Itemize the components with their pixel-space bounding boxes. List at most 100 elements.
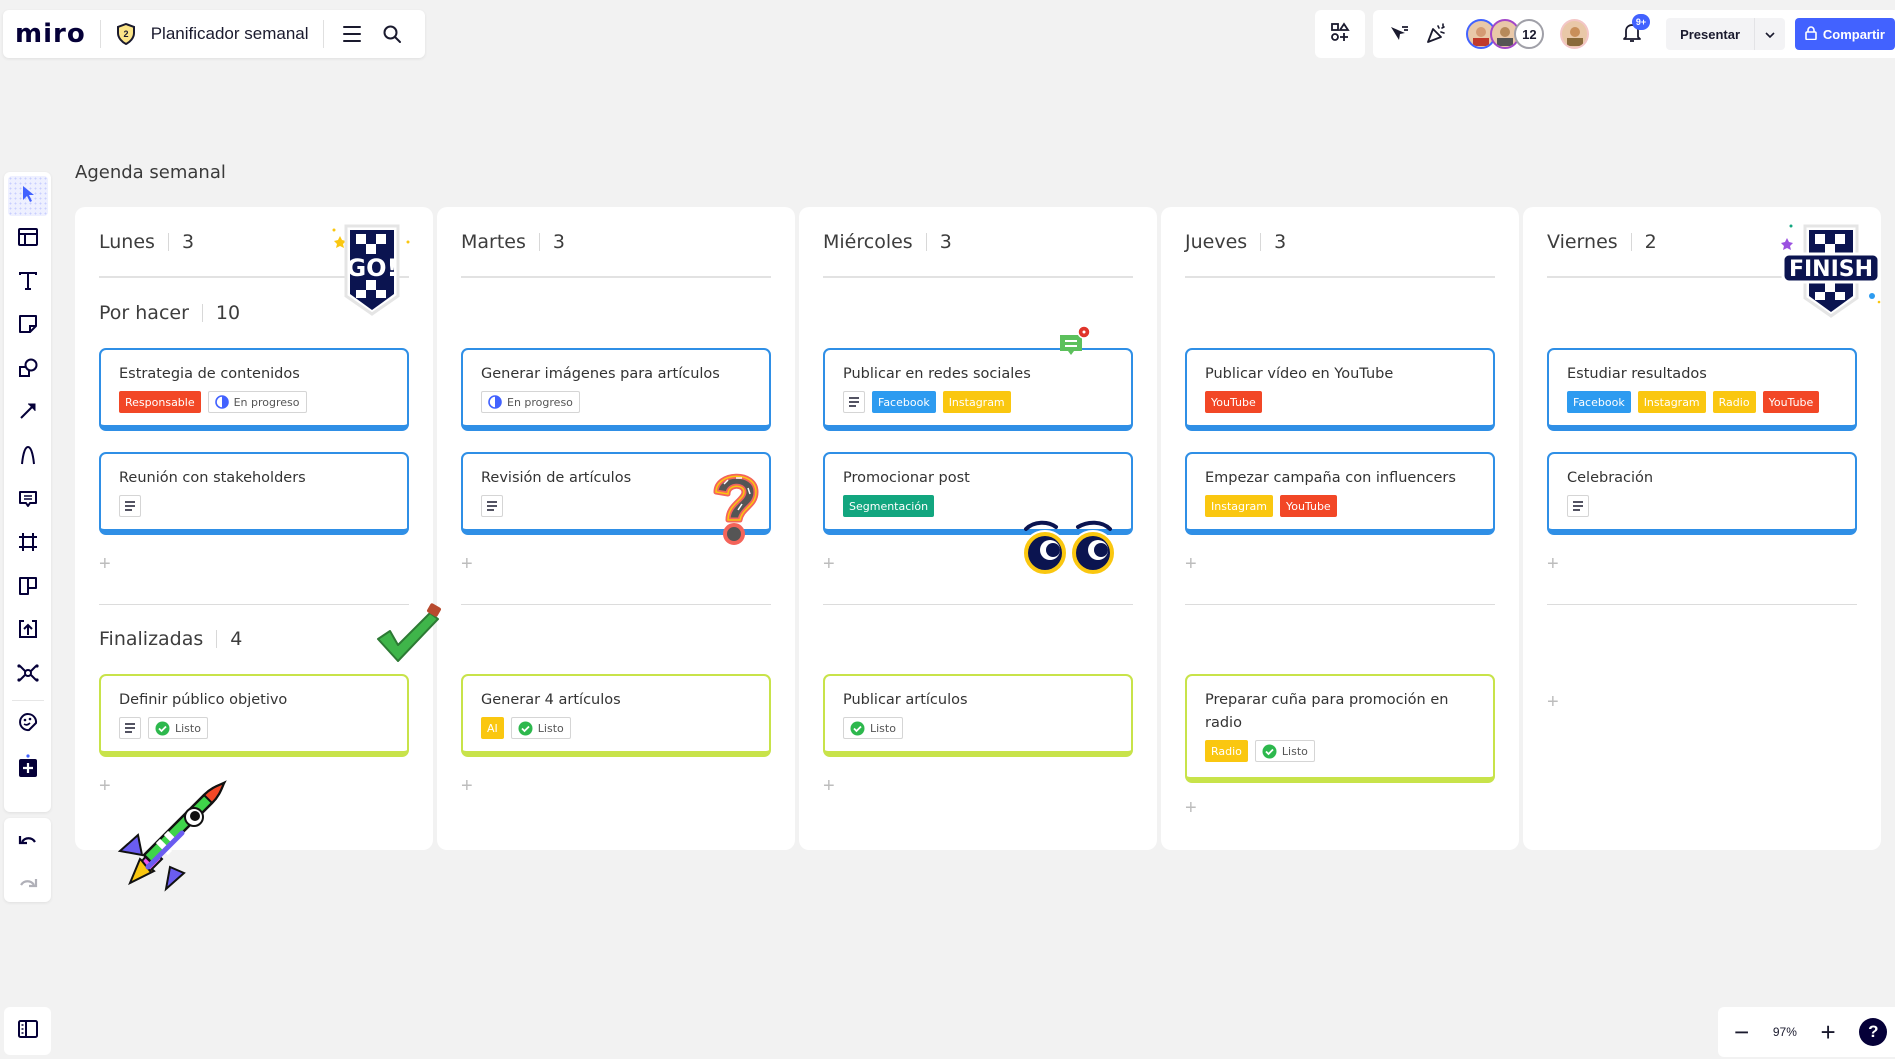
task-card[interactable]: Preparar cuña para promoción en radio Rad…	[1185, 674, 1495, 783]
tool-comment[interactable]	[8, 481, 48, 521]
add-card-button[interactable]: +	[1185, 797, 1197, 820]
eyes-sticker[interactable]	[1018, 519, 1120, 584]
status-badge[interactable]: Listo	[510, 717, 571, 739]
tag-label[interactable]: Segmentación	[843, 495, 935, 517]
status-label: Listo	[870, 721, 896, 735]
add-card-button[interactable]: +	[823, 553, 835, 576]
tool-cards[interactable]	[8, 568, 48, 608]
add-card-button[interactable]: +	[1547, 691, 1559, 714]
board-level-shield-icon[interactable]: 2	[115, 22, 137, 46]
redo-button[interactable]	[8, 866, 48, 906]
share-label: Compartir	[1822, 26, 1885, 42]
checkmark-sticker[interactable]	[376, 603, 444, 668]
tool-stickers[interactable]	[8, 705, 48, 745]
column-header[interactable]: Martes 3	[461, 231, 565, 253]
present-button[interactable]: Presentar	[1666, 18, 1755, 50]
task-card[interactable]: Generar 4 artículos AI Listo	[461, 674, 771, 757]
rocket-sticker[interactable]	[112, 779, 232, 898]
cursor-filter-icon[interactable]	[1383, 17, 1416, 51]
status-badge[interactable]: Listo	[148, 717, 208, 739]
board-title[interactable]: Planificador semanal	[151, 24, 309, 44]
description-icon[interactable]	[843, 391, 865, 413]
tag-label[interactable]: Instagram	[1205, 495, 1273, 517]
task-card[interactable]: Empezar campaña con influencers Instagram…	[1185, 452, 1495, 535]
tool-pen[interactable]	[8, 438, 48, 478]
search-icon[interactable]	[378, 20, 406, 48]
tag-label[interactable]: AI	[481, 717, 504, 739]
celebrate-icon[interactable]	[1420, 17, 1453, 51]
description-icon[interactable]	[119, 717, 141, 739]
tool-frame[interactable]	[8, 525, 48, 565]
tool-shapes[interactable]	[8, 350, 48, 390]
help-button[interactable]: ?	[1859, 1018, 1888, 1046]
task-card[interactable]: Estudiar resultados Facebook Instagram Radi…	[1547, 348, 1857, 431]
column-header[interactable]: Lunes 3	[99, 231, 194, 253]
collaborators-count[interactable]: 12	[1514, 19, 1545, 49]
task-card[interactable]: Celebración	[1547, 452, 1857, 535]
tag-label[interactable]: YouTube	[1279, 495, 1337, 517]
comment-icon	[17, 488, 39, 515]
status-badge[interactable]: Listo	[843, 717, 903, 739]
tool-sticky-note[interactable]	[8, 307, 48, 347]
upload-icon	[17, 618, 39, 645]
add-card-button[interactable]: +	[1547, 553, 1559, 576]
status-badge[interactable]: Listo	[1254, 740, 1315, 762]
description-icon[interactable]	[481, 495, 503, 517]
question-mark-sticker[interactable]	[706, 464, 766, 553]
tag-label[interactable]: Instagram	[1637, 391, 1706, 413]
share-button[interactable]: Compartir	[1794, 18, 1895, 50]
description-icon[interactable]	[1567, 495, 1589, 517]
description-icon[interactable]	[119, 495, 141, 517]
tag-label[interactable]: Radio	[1205, 740, 1248, 762]
comment-notification[interactable]	[1058, 325, 1092, 362]
zoom-level[interactable]: 97%	[1773, 1025, 1797, 1039]
column-header[interactable]: Miércoles 3	[823, 231, 952, 253]
undo-button[interactable]	[8, 822, 48, 862]
tool-templates[interactable]	[8, 220, 48, 260]
task-card[interactable]: Publicar vídeo en YouTube YouTube	[1185, 348, 1495, 431]
tool-text[interactable]	[8, 263, 48, 303]
tool-upload[interactable]	[8, 612, 48, 652]
status-badge[interactable]: En progreso	[481, 391, 580, 413]
column-header[interactable]: Jueves 3	[1185, 231, 1286, 253]
add-card-button[interactable]: +	[99, 775, 111, 798]
zoom-out-button[interactable]: −	[1726, 1016, 1758, 1048]
panel-toggle-button[interactable]	[4, 1007, 51, 1055]
add-card-button[interactable]: +	[461, 553, 473, 576]
tag-label[interactable]: Facebook	[1567, 391, 1631, 413]
tag-label[interactable]: Instagram	[942, 391, 1011, 413]
tag-label[interactable]: Facebook	[872, 391, 936, 413]
column-header[interactable]: Viernes 2	[1547, 231, 1657, 253]
add-card-button[interactable]: +	[461, 775, 473, 798]
notifications-button[interactable]: 9+	[1615, 14, 1651, 51]
add-card-button[interactable]: +	[1185, 553, 1197, 576]
task-card[interactable]: Estrategia de contenidos Responsable En pr…	[99, 348, 409, 431]
add-card-button[interactable]: +	[823, 775, 835, 798]
menu-icon[interactable]	[338, 20, 366, 48]
frame-title[interactable]: Agenda semanal	[75, 162, 226, 183]
task-card[interactable]: Definir público objetivo Listo	[99, 674, 409, 757]
task-card[interactable]: Generar imágenes para artículos En progre…	[461, 348, 771, 431]
tool-connection-line[interactable]	[8, 394, 48, 434]
present-dropdown[interactable]	[1754, 18, 1785, 50]
tag-label[interactable]: Responsable	[119, 391, 201, 413]
finish-sticker[interactable]: FINISH	[1777, 218, 1885, 323]
miro-logo[interactable]: miro	[15, 19, 86, 49]
add-card-button[interactable]: +	[99, 553, 111, 576]
tool-select[interactable]	[7, 176, 48, 216]
tool-mind-map[interactable]	[8, 656, 48, 696]
task-card[interactable]: Publicar artículos Listo	[823, 674, 1133, 757]
collaborators-group[interactable]: 12	[1466, 19, 1545, 49]
go-sticker[interactable]: GO!	[328, 218, 418, 323]
tag-label[interactable]: YouTube	[1762, 391, 1820, 413]
zoom-in-button[interactable]: +	[1812, 1016, 1844, 1048]
status-badge[interactable]: En progreso	[207, 391, 307, 413]
tool-more-apps[interactable]	[8, 748, 48, 788]
apps-button[interactable]	[1315, 10, 1365, 58]
task-card[interactable]: Reunión con stakeholders	[99, 452, 409, 535]
tag-label[interactable]: Radio	[1712, 391, 1756, 413]
current-user-avatar[interactable]	[1560, 19, 1590, 49]
section-header-todo[interactable]: Por hacer 10	[99, 302, 240, 324]
tag-label[interactable]: YouTube	[1205, 391, 1262, 413]
section-header-done[interactable]: Finalizadas 4	[99, 628, 242, 650]
